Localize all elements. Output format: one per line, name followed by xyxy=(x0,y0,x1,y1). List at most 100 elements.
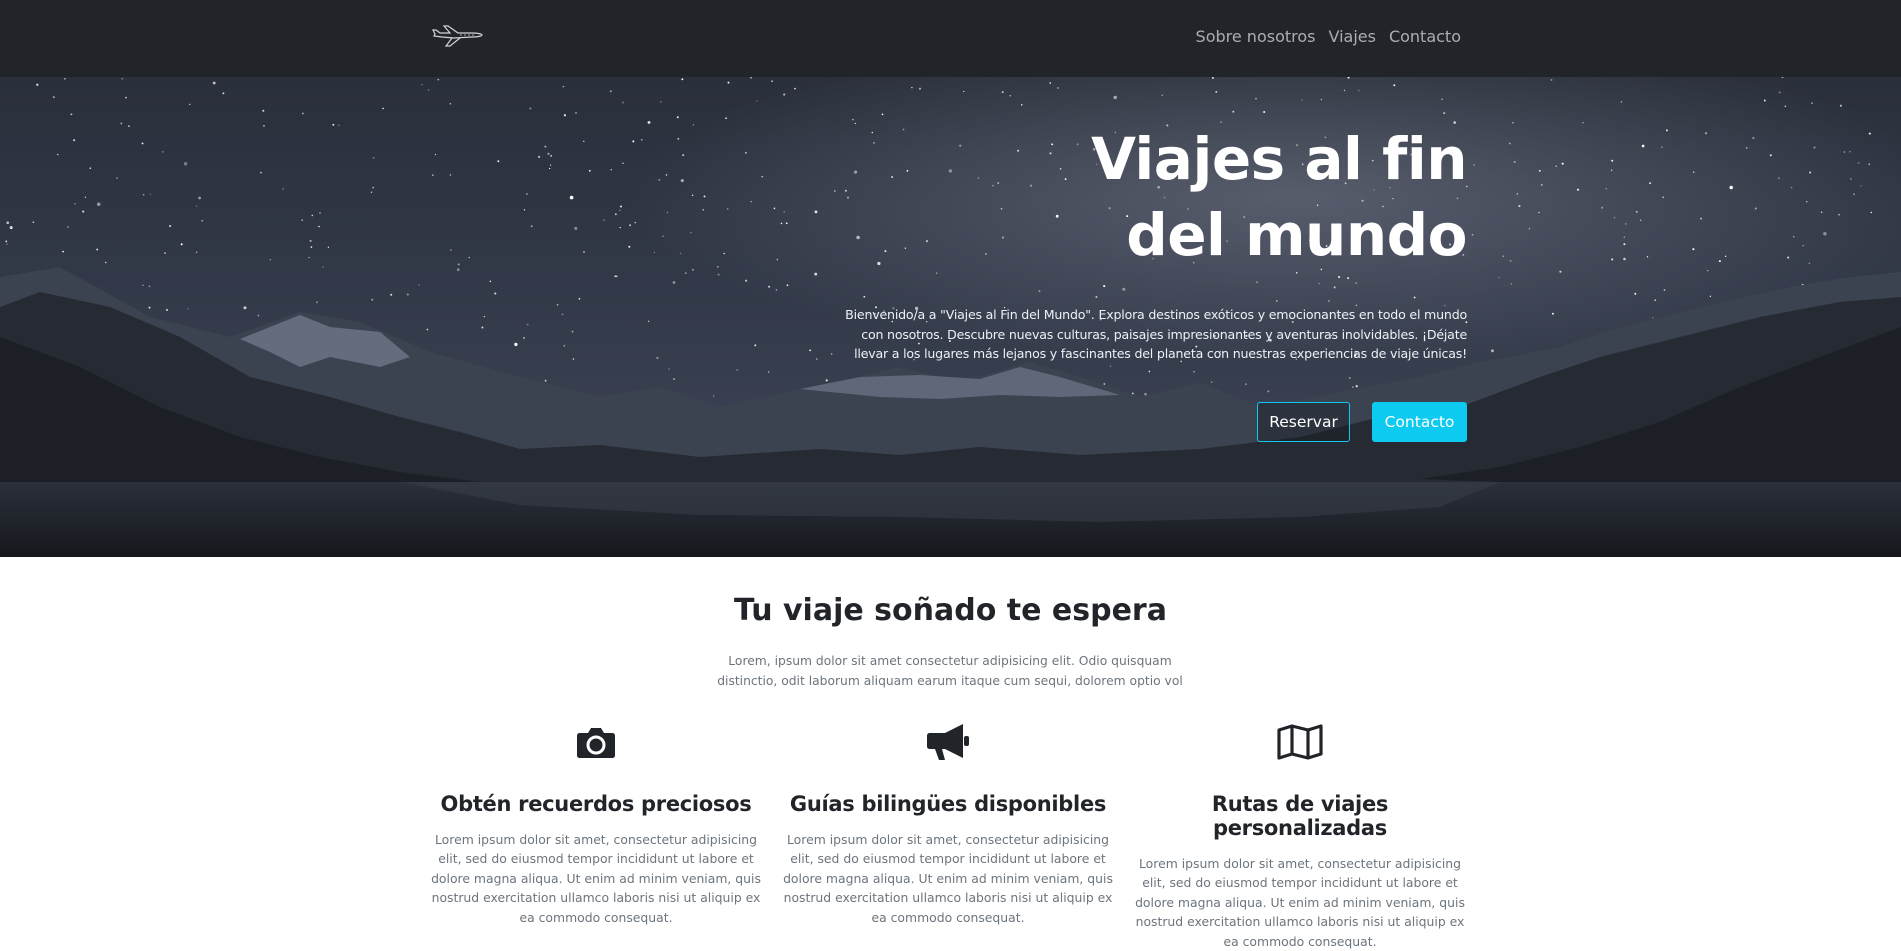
star xyxy=(1623,257,1626,261)
star xyxy=(884,250,887,253)
star xyxy=(814,210,818,214)
star xyxy=(6,243,8,245)
star xyxy=(1707,269,1709,272)
star xyxy=(1001,91,1004,94)
star xyxy=(1857,162,1860,164)
star xyxy=(372,157,375,159)
star xyxy=(1551,312,1554,315)
star xyxy=(877,261,881,266)
star xyxy=(456,268,460,272)
star xyxy=(318,225,320,228)
star xyxy=(1654,299,1656,301)
feature-text: Lorem ipsum dolor sit amet, consectetur … xyxy=(783,832,1113,925)
nav-link-contacto[interactable]: Contacto xyxy=(1389,27,1461,46)
star xyxy=(852,118,854,121)
star xyxy=(1103,285,1106,288)
reservar-button[interactable]: Reservar xyxy=(1257,402,1350,442)
star xyxy=(1144,392,1147,396)
star xyxy=(52,96,55,99)
star xyxy=(856,235,860,240)
star xyxy=(786,284,789,287)
airplane-logo-icon[interactable] xyxy=(432,24,484,48)
star xyxy=(523,337,525,339)
hero-description: Bienvenido/a a "Viajes al Fin del Mundo"… xyxy=(845,307,1467,362)
star xyxy=(1009,95,1011,97)
star xyxy=(1752,137,1755,140)
star xyxy=(583,251,585,254)
star xyxy=(260,171,262,174)
star xyxy=(1443,112,1446,115)
star xyxy=(615,275,618,278)
star xyxy=(1275,300,1278,302)
star xyxy=(116,177,118,179)
star xyxy=(1413,296,1416,299)
star xyxy=(1860,185,1862,187)
star xyxy=(640,138,643,141)
star xyxy=(660,101,662,103)
star xyxy=(902,128,905,131)
star xyxy=(756,100,758,102)
star xyxy=(1811,102,1813,104)
star xyxy=(526,323,529,326)
star xyxy=(863,295,866,298)
feature-text: Lorem ipsum dolor sit amet, consectetur … xyxy=(1135,856,1465,949)
star xyxy=(656,356,659,359)
star xyxy=(125,96,127,99)
star xyxy=(702,209,705,211)
star xyxy=(1718,260,1721,263)
star xyxy=(1843,151,1846,153)
star xyxy=(1256,281,1258,283)
star xyxy=(574,111,578,114)
star xyxy=(725,117,727,120)
star xyxy=(96,248,99,251)
star xyxy=(809,349,812,352)
star xyxy=(104,261,107,264)
star xyxy=(70,113,73,116)
star xyxy=(854,122,856,125)
star xyxy=(1555,165,1557,167)
star xyxy=(371,298,374,301)
star xyxy=(588,169,591,172)
star xyxy=(668,368,670,370)
star xyxy=(622,101,624,104)
star xyxy=(629,224,632,227)
star xyxy=(538,155,541,158)
nav-link-viajes[interactable]: Viajes xyxy=(1328,27,1375,46)
star xyxy=(1790,186,1793,189)
star xyxy=(164,252,166,254)
star xyxy=(1473,164,1475,166)
star xyxy=(680,179,684,183)
star xyxy=(854,170,858,174)
contacto-button[interactable]: Contacto xyxy=(1372,402,1467,442)
star xyxy=(619,205,623,208)
star xyxy=(658,178,661,181)
star xyxy=(1049,82,1052,84)
star xyxy=(1541,184,1543,186)
star xyxy=(311,214,314,217)
feature-title: Rutas de viajes personalizadas xyxy=(1211,792,1389,840)
star xyxy=(1490,349,1494,353)
star xyxy=(1343,89,1346,92)
star xyxy=(1328,300,1330,302)
star xyxy=(1131,392,1134,395)
star xyxy=(1839,104,1842,107)
star xyxy=(9,226,13,230)
star xyxy=(830,353,833,355)
star xyxy=(141,142,144,145)
star xyxy=(1778,177,1780,180)
star xyxy=(963,90,965,93)
nav-link-sobre-nosotros[interactable]: Sobre nosotros xyxy=(1196,27,1316,46)
star xyxy=(529,107,532,110)
hero-buttons: Reservar Contacto xyxy=(1257,402,1467,442)
star xyxy=(497,160,500,163)
star xyxy=(1333,286,1336,289)
star xyxy=(468,256,470,259)
star xyxy=(1763,99,1766,102)
star xyxy=(1211,381,1213,383)
star xyxy=(1502,255,1505,257)
star xyxy=(1802,245,1804,247)
star xyxy=(1809,171,1812,174)
star xyxy=(426,328,429,331)
star xyxy=(814,272,818,276)
star xyxy=(666,211,669,214)
